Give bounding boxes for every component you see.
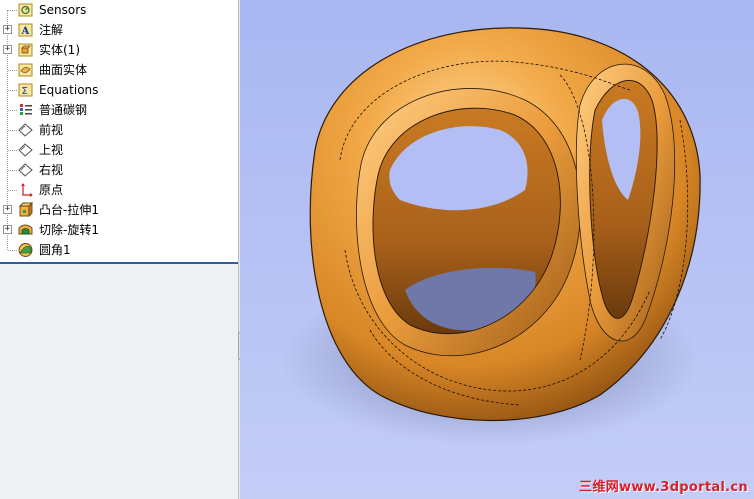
tree-item-right-plane[interactable]: 右视 [0,160,236,180]
tree-item-label: Equations [39,83,99,97]
extrude-icon [17,201,34,218]
plane-icon [17,142,34,158]
solid-bodies-icon [17,42,34,58]
tree-item-label: 曲面实体 [39,63,88,77]
tree-item-cut-revolve[interactable]: + 切除-旋转1 [0,220,236,240]
tree-item-front-plane[interactable]: 前视 [0,120,236,140]
expand-toggle[interactable]: + [3,25,12,34]
tree-item-surface-bodies[interactable]: 曲面实体 [0,60,236,80]
plane-icon [17,162,34,178]
tree-item-label: Sensors [39,3,87,17]
tree-item-top-plane[interactable]: 上视 [0,140,236,160]
sensor-icon [17,2,34,18]
tree-item-label: 凸台-拉伸1 [39,203,99,217]
tree-item-annotations[interactable]: + A 注解 [0,20,236,40]
tree-item-solid-bodies[interactable]: + 实体(1) [0,40,236,60]
annotation-icon: A [17,22,34,38]
tree-item-label: 普通碳钢 [39,103,88,117]
expand-toggle[interactable]: + [3,45,12,54]
tree-item-label: 注解 [39,23,64,37]
tree-item-label: 实体(1) [39,43,80,57]
tree-item-label: 原点 [39,183,64,197]
tree-item-label: 切除-旋转1 [39,223,99,237]
expand-toggle[interactable]: + [3,205,12,214]
watermark-text: 三维网www.3dportal.cn [579,480,748,495]
equations-icon: Σ [17,82,34,98]
expand-toggle[interactable]: + [3,225,12,234]
svg-text:Σ: Σ [22,86,28,97]
origin-icon [17,182,34,198]
svg-text:A: A [21,26,30,37]
graphics-viewport[interactable]: 三维网www.3dportal.cn [240,0,754,499]
feature-manager-panel: Sensors + A 注解 + 实体(1) 曲面实体 Σ Equations … [0,0,239,499]
surface-bodies-icon [17,62,34,78]
tree-item-boss-extrude[interactable]: + 凸台-拉伸1 [0,200,236,220]
cut-revolve-icon [17,222,34,238]
fillet-icon [17,242,34,258]
plane-icon [17,122,34,138]
feature-tree: Sensors + A 注解 + 实体(1) 曲面实体 Σ Equations … [0,0,238,264]
3d-model-render [280,27,701,445]
tree-item-label: 前视 [39,123,64,137]
tree-item-material[interactable]: 普通碳钢 [0,100,236,120]
tree-item-origin[interactable]: 原点 [0,180,236,200]
tree-item-label: 右视 [39,163,64,177]
tree-item-equations[interactable]: Σ Equations [0,80,236,100]
tree-item-label: 上视 [39,143,64,157]
tree-item-label: 圆角1 [39,243,71,257]
material-icon [17,102,34,118]
tree-item-sensors[interactable]: Sensors [0,0,236,20]
tree-item-fillet[interactable]: 圆角1 [0,240,236,260]
